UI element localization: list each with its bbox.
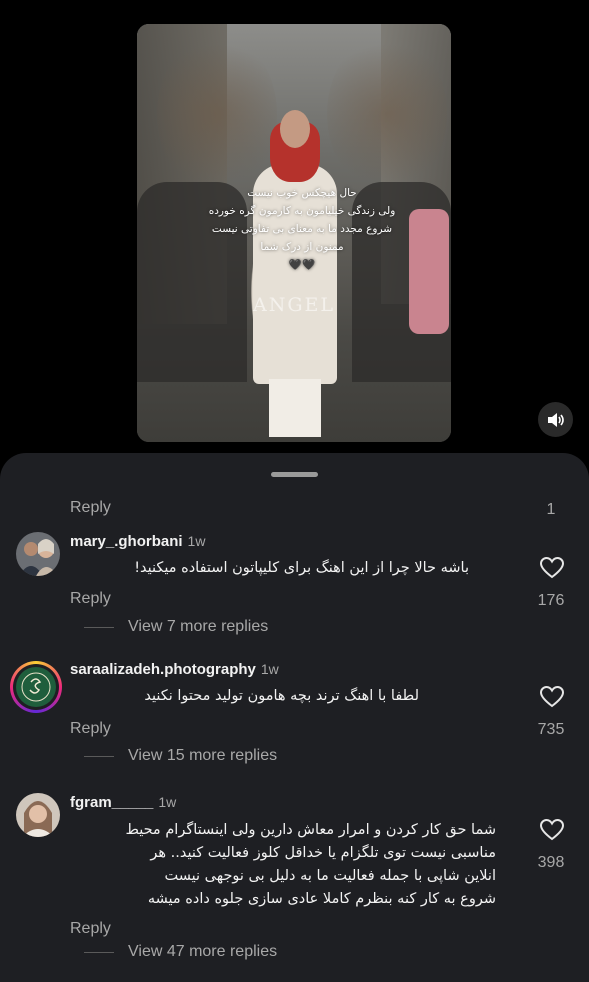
comment-username[interactable]: saraalizadeh.photography 1w: [70, 661, 279, 678]
comment-time: 1w: [158, 794, 177, 810]
reply-thread-line: [84, 951, 114, 953]
view-more-label[interactable]: View 15 more replies: [128, 747, 277, 765]
like-count: 398: [537, 854, 565, 871]
comment-line: شما حق کار کردن و امرار معاش دارین ولی ا…: [125, 822, 496, 838]
overlay-line: ممنون از درک شما: [260, 241, 344, 253]
reply-thread-line: [84, 755, 114, 757]
view-more-label[interactable]: View 7 more replies: [128, 618, 268, 636]
comment-line: مناسبی نیست توی تلگزام یا خداقل کلوز فعا…: [150, 845, 496, 861]
view-more-replies[interactable]: View 47 more replies: [84, 943, 277, 961]
sheet-drag-handle[interactable]: [271, 472, 318, 477]
reply-button[interactable]: Reply: [70, 720, 111, 738]
comment-line: انلاین شاپی با جمله فعالیت ما به دلیل بی…: [164, 868, 496, 884]
comment-text: شما حق کار کردن و امرار معاش دارین ولی ا…: [56, 819, 496, 911]
woman-head: [280, 110, 310, 148]
comments-sheet: Reply 1 mary_.ghorbani 1w باشه حالا چرا ا…: [0, 453, 589, 982]
avatar[interactable]: [16, 793, 60, 837]
comment-text: لطفا با اهنگ ترند بچه هامون تولید محتوا …: [144, 688, 419, 704]
view-more-replies[interactable]: View 7 more replies: [84, 618, 268, 636]
username-text[interactable]: fgram_____: [70, 794, 153, 811]
view-more-label[interactable]: View 47 more replies: [128, 943, 277, 961]
overlay-line: شروع مجدد ما به معنای بی تفاوتی نیست: [211, 223, 393, 235]
watermark: ANGEL: [252, 294, 335, 316]
reply-thread-line: [84, 626, 114, 628]
like-count: 735: [537, 721, 565, 738]
reel-video[interactable]: حال هیچکس خوب نیست ولی زندگی خیلیامون به…: [137, 24, 451, 442]
overlay-line: ولی زندگی خیلیامون به کارمون گره خورده: [208, 205, 396, 217]
reply-button[interactable]: Reply: [70, 920, 111, 938]
comment-line: شروع به کار کنه بنظرم کاملا عادی سازی جل…: [147, 891, 496, 907]
overlay-line: حال هیچکس خوب نیست: [247, 187, 357, 199]
heart-icon[interactable]: [540, 819, 564, 841]
like-count: 176: [537, 592, 565, 609]
comment-time: 1w: [260, 661, 279, 677]
woman-legs: [269, 379, 321, 437]
comment-time: 1w: [187, 533, 206, 549]
mute-button[interactable]: [538, 402, 573, 437]
reel-caption-overlay: حال هیچکس خوب نیست ولی زندگی خیلیامون به…: [197, 184, 407, 274]
heart-icon[interactable]: [540, 557, 564, 579]
overlay-line: 🖤🖤: [288, 259, 316, 271]
view-more-replies[interactable]: View 15 more replies: [84, 747, 277, 765]
username-text[interactable]: saraalizadeh.photography: [70, 661, 256, 678]
username-text[interactable]: mary_.ghorbani: [70, 533, 183, 550]
heart-icon[interactable]: [540, 686, 564, 708]
like-count: 1: [546, 501, 556, 518]
reply-button[interactable]: Reply: [70, 590, 111, 608]
speaker-icon: [547, 412, 564, 427]
reply-button[interactable]: Reply: [70, 499, 111, 517]
comment-text: باشه حالا چرا از این اهنگ برای کلیپاتون …: [134, 560, 469, 576]
comment-username[interactable]: fgram_____ 1w: [70, 794, 176, 811]
comment-username[interactable]: mary_.ghorbani 1w: [70, 533, 205, 550]
tree: [327, 34, 447, 194]
tree: [157, 34, 277, 194]
avatar-photo: [16, 793, 60, 837]
